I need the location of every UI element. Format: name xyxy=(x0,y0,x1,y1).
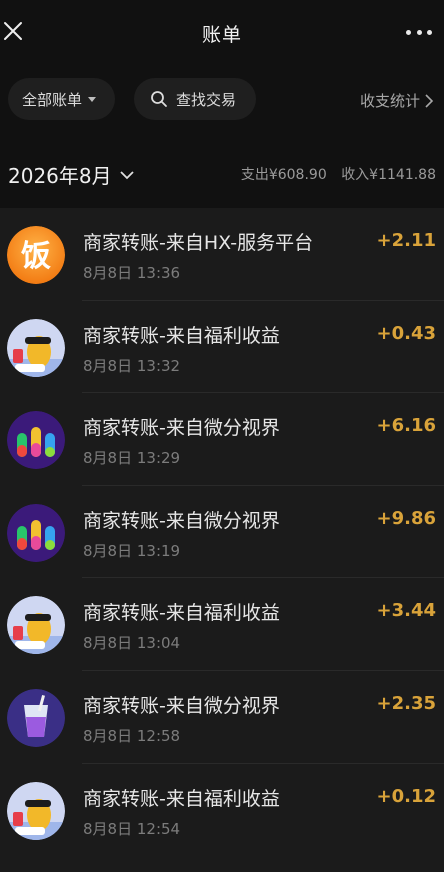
transaction-row[interactable]: 商家转账-来自福利收益 8月8日 12:54 +0.12 xyxy=(0,764,444,857)
month-picker[interactable]: 2026年8月 xyxy=(8,160,134,189)
transaction-time: 8月8日 13:36 xyxy=(83,264,181,282)
transaction-title: 商家转账-来自福利收益 xyxy=(83,324,280,347)
caret-down-icon xyxy=(88,96,97,102)
page-title: 账单 xyxy=(201,24,242,46)
transaction-title: 商家转账-来自福利收益 xyxy=(83,602,280,625)
all-bills-dropdown[interactable]: 全部账单 xyxy=(8,78,115,120)
month-label: 2026年8月 xyxy=(8,164,112,188)
top-bar: 账单 xyxy=(0,0,444,66)
transaction-amount: +2.35 xyxy=(376,692,437,714)
bill-screen: 账单 全部账单 查找交易 收支统计 2026年8月 支出¥608.90 收入¥1… xyxy=(0,0,444,872)
all-bills-label: 全部账单 xyxy=(22,90,83,109)
transaction-title: 商家转账-来自HX-服务平台 xyxy=(83,232,314,254)
transaction-row[interactable]: 饭 商家转账-来自HX-服务平台 8月8日 13:36 +2.11 xyxy=(0,208,444,301)
color-bottles-icon xyxy=(7,503,65,562)
expense-total: 支出¥608.90 xyxy=(240,167,327,183)
stats-link[interactable]: 收支统计 xyxy=(360,90,434,111)
transaction-amount: +2.11 xyxy=(376,230,437,251)
transaction-time: 8月8日 13:32 xyxy=(83,356,181,375)
transaction-amount: +0.12 xyxy=(376,785,437,807)
svg-text:饭: 饭 xyxy=(21,239,51,274)
transaction-title: 商家转账-来自微分视界 xyxy=(83,509,280,532)
transaction-list: 饭 商家转账-来自HX-服务平台 8月8日 13:36 +2.11 商家转账-来… xyxy=(0,208,444,872)
transaction-time: 8月8日 13:29 xyxy=(83,449,181,468)
transaction-amount: +6.16 xyxy=(376,415,437,437)
income-total: 收入¥1141.88 xyxy=(341,167,436,183)
search-transactions-button[interactable]: 查找交易 xyxy=(134,78,256,120)
filter-bar: 全部账单 查找交易 收支统计 xyxy=(0,78,444,124)
transaction-amount: +3.44 xyxy=(376,600,437,622)
chevron-down-icon xyxy=(119,170,134,179)
month-summary: 支出¥608.90 收入¥1141.88 xyxy=(231,164,436,184)
color-bottles-icon xyxy=(7,411,65,470)
transaction-row[interactable]: 商家转账-来自微分视界 8月8日 12:58 +2.35 xyxy=(0,671,444,764)
fan-rice-icon: 饭 xyxy=(7,226,65,284)
transaction-title: 商家转账-来自微分视界 xyxy=(83,417,280,440)
month-summary-row: 2026年8月 支出¥608.90 收入¥1141.88 xyxy=(0,148,444,198)
transaction-amount: +0.43 xyxy=(376,322,437,344)
transaction-row[interactable]: 商家转账-来自福利收益 8月8日 13:32 +0.43 xyxy=(0,301,444,394)
cartoon-cat-icon xyxy=(7,781,65,840)
transaction-amount: +9.86 xyxy=(376,507,437,529)
cartoon-cat-icon xyxy=(7,596,65,655)
transaction-time: 8月8日 13:19 xyxy=(83,541,181,560)
stats-label: 收支统计 xyxy=(359,92,420,110)
chevron-right-icon xyxy=(425,93,434,108)
transaction-row[interactable]: 商家转账-来自微分视界 8月8日 13:19 +9.86 xyxy=(0,486,444,579)
search-label: 查找交易 xyxy=(176,90,237,109)
juice-cup-icon xyxy=(7,688,65,747)
transaction-title: 商家转账-来自福利收益 xyxy=(83,787,280,810)
more-options-icon[interactable] xyxy=(406,25,432,39)
transaction-time: 8月8日 12:58 xyxy=(83,726,181,745)
transaction-title: 商家转账-来自微分视界 xyxy=(83,694,280,717)
cartoon-cat-icon xyxy=(7,318,65,377)
transaction-row[interactable]: 商家转账-来自微分视界 8月8日 13:29 +6.16 xyxy=(0,393,444,486)
search-icon xyxy=(151,91,167,107)
transaction-row[interactable]: 商家转账-来自福利收益 8月8日 13:04 +3.44 xyxy=(0,578,444,671)
transaction-time: 8月8日 12:54 xyxy=(83,819,181,838)
transaction-time: 8月8日 13:04 xyxy=(83,634,181,653)
